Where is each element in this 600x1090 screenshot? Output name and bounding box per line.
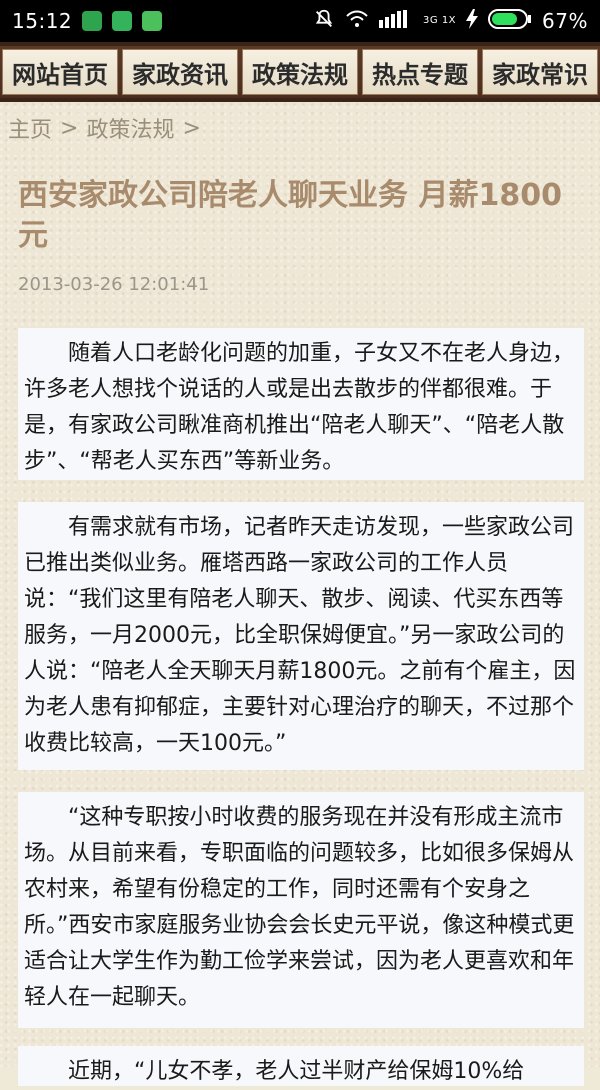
breadcrumb-separator: > xyxy=(60,115,79,141)
mute-icon xyxy=(313,8,335,35)
top-navigation: 网站首页 家政资讯 政策法规 热点专题 家政常识 xyxy=(0,42,600,102)
status-time: 15:12 xyxy=(12,9,73,33)
nav-item-topics[interactable]: 热点专题 xyxy=(362,49,478,95)
nav-item-home[interactable]: 网站首页 xyxy=(2,49,118,95)
article-paragraph: 随着人口老龄化问题的加重，子女又不在老人身边，许多老人想找个说话的人或是出去散步… xyxy=(18,328,584,480)
charging-icon xyxy=(466,8,479,34)
nav-item-policy[interactable]: 政策法规 xyxy=(242,49,358,95)
shield-app-icon xyxy=(82,11,103,31)
nav-item-tips[interactable]: 家政常识 xyxy=(482,49,598,95)
article-paragraph: “这种专职按小时收费的服务现在并没有形成主流市场。从目前来看，专职面临的问题较多… xyxy=(18,792,584,1028)
battery-icon xyxy=(488,8,532,35)
breadcrumb-current-link[interactable]: 政策法规 xyxy=(86,112,174,144)
nav-item-news[interactable]: 家政资讯 xyxy=(122,49,238,95)
article-paragraph: 有需求就有市场，记者昨天走访发现，一些家政公司已推出类似业务。雁塔西路一家政公司… xyxy=(18,502,584,770)
wifi-icon xyxy=(345,9,369,34)
breadcrumb-separator: > xyxy=(182,115,201,141)
cat-app-icon xyxy=(142,11,163,31)
breadcrumb: 主页 > 政策法规 > xyxy=(8,112,201,144)
battery-percent: 67% xyxy=(542,9,588,33)
signal-icon xyxy=(379,9,413,33)
article-date: 2013-03-26 12:01:41 xyxy=(18,274,210,295)
article-title: 西安家政公司陪老人聊天业务 月薪1800元 xyxy=(18,178,562,253)
network-type: 3G 1X xyxy=(423,15,457,26)
article-paragraph: 近期，“儿女不孝，老人过半财产给保姆10%给 xyxy=(18,1046,584,1086)
android-app-icon xyxy=(112,11,133,31)
breadcrumb-home-link[interactable]: 主页 xyxy=(8,112,52,144)
status-bar: 15:12 3G 1X 67% xyxy=(0,0,600,42)
